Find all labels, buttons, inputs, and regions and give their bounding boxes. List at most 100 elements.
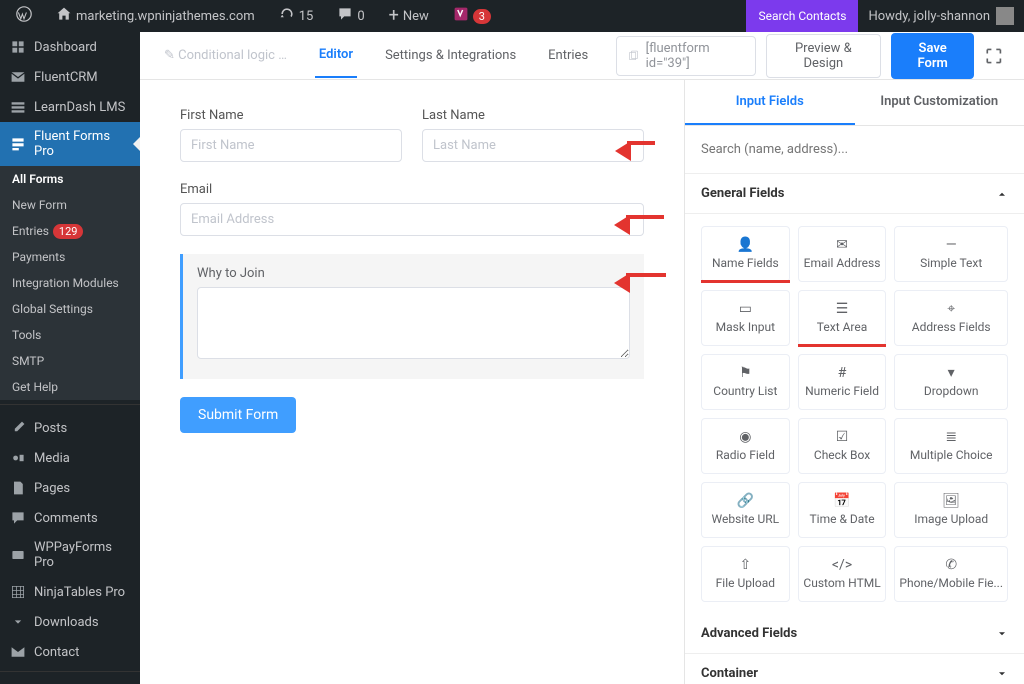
- section-general-fields[interactable]: General Fields: [685, 174, 1024, 214]
- preview-button[interactable]: Preview & Design: [766, 34, 881, 78]
- panel-tab-input-fields[interactable]: Input Fields: [685, 80, 855, 125]
- updates[interactable]: 15: [271, 0, 322, 32]
- field-mask[interactable]: ▭Mask Input: [701, 290, 790, 346]
- check-icon: ☑: [836, 430, 849, 444]
- first-name-label: First Name: [180, 108, 402, 123]
- site-name[interactable]: marketing.wpninjathemes.com: [48, 0, 263, 32]
- menu-ninjatables[interactable]: NinjaTables Pro: [0, 577, 140, 607]
- section-advanced-fields[interactable]: Advanced Fields: [685, 614, 1024, 654]
- submenu-entries[interactable]: Entries129: [0, 218, 140, 244]
- tab-conditional-logic[interactable]: ✎ Conditional logic …: [160, 34, 291, 77]
- envelope-icon: ✉: [836, 238, 848, 252]
- field-url[interactable]: 🔗Website URL: [701, 482, 790, 538]
- field-text[interactable]: —Simple Text: [894, 226, 1008, 282]
- calendar-icon: 📅: [833, 494, 850, 508]
- menu-fluentforms[interactable]: Fluent Forms Pro: [0, 122, 140, 166]
- field-search-input[interactable]: [699, 138, 1010, 161]
- field-date[interactable]: 📅Time & Date: [798, 482, 887, 538]
- field-numeric[interactable]: #Numeric Field: [798, 354, 887, 410]
- why-label: Why to Join: [197, 266, 630, 281]
- menu-dashboard[interactable]: Dashboard: [0, 32, 140, 62]
- fullscreen-icon[interactable]: [984, 45, 1004, 67]
- link-icon: 🔗: [737, 494, 754, 508]
- tab-settings[interactable]: Settings & Integrations: [381, 34, 520, 77]
- menu-pages[interactable]: Pages: [0, 473, 140, 503]
- form-editor-topbar: ✎ Conditional logic … Editor Settings & …: [140, 32, 1024, 80]
- field-file[interactable]: ⇧File Upload: [701, 546, 790, 602]
- submenu-integration[interactable]: Integration Modules: [0, 270, 140, 296]
- code-icon: </>: [832, 558, 852, 572]
- save-form-button[interactable]: Save Form: [891, 33, 974, 79]
- field-image[interactable]: 🖼Image Upload: [894, 482, 1008, 538]
- field-email[interactable]: ✉Email Address: [798, 226, 887, 282]
- field-search-wrap: [685, 126, 1024, 174]
- field-address[interactable]: ⌖Address Fields: [894, 290, 1008, 346]
- submit-button[interactable]: Submit Form: [180, 397, 296, 433]
- field-textarea[interactable]: ☰Text Area: [798, 290, 887, 346]
- shortcode-display[interactable]: [fluentform id="39"]: [616, 36, 756, 76]
- field-name[interactable]: 👤Name Fields: [701, 226, 790, 282]
- text-icon: —: [946, 238, 957, 252]
- menu-media[interactable]: Media: [0, 443, 140, 473]
- last-name-input[interactable]: [422, 129, 644, 162]
- menu-contact[interactable]: Contact: [0, 637, 140, 667]
- first-name-input[interactable]: [180, 129, 402, 162]
- menu-fluentcrm[interactable]: FluentCRM: [0, 62, 140, 92]
- tab-entries[interactable]: Entries: [544, 34, 592, 77]
- wp-logo[interactable]: [8, 0, 40, 32]
- dropdown-icon: ▾: [948, 366, 955, 380]
- fluentforms-submenu: All Forms New Form Entries129 Payments I…: [0, 166, 140, 400]
- comments-count[interactable]: 0: [329, 0, 372, 32]
- account-menu[interactable]: Howdy, jolly-shannon: [858, 7, 1024, 25]
- phone-icon: ✆: [945, 558, 957, 572]
- tab-editor[interactable]: Editor: [315, 33, 357, 78]
- email-label: Email: [180, 182, 644, 197]
- field-dropdown[interactable]: ▾Dropdown: [894, 354, 1008, 410]
- submenu-global[interactable]: Global Settings: [0, 296, 140, 322]
- flag-icon: ⚑: [739, 366, 752, 380]
- radio-icon: ◉: [739, 430, 751, 444]
- admin-sidebar: Dashboard FluentCRM LearnDash LMS Fluent…: [0, 32, 140, 684]
- submenu-all-forms[interactable]: All Forms: [0, 166, 140, 192]
- main-content: ✎ Conditional logic … Editor Settings & …: [140, 32, 1024, 684]
- list-icon: ≣: [945, 430, 957, 444]
- user-icon: 👤: [737, 238, 754, 252]
- image-icon: 🖼: [942, 494, 960, 508]
- why-textarea[interactable]: [197, 287, 630, 359]
- general-fields-grid: 👤Name Fields ✉Email Address —Simple Text…: [685, 214, 1024, 614]
- submenu-help[interactable]: Get Help: [0, 374, 140, 400]
- menu-wppayforms[interactable]: WPPayForms Pro: [0, 533, 140, 577]
- submenu-new-form[interactable]: New Form: [0, 192, 140, 218]
- mask-icon: ▭: [739, 302, 752, 316]
- field-phone[interactable]: ✆Phone/Mobile Fie...: [894, 546, 1008, 602]
- hash-icon: #: [838, 366, 847, 380]
- pin-icon: ⌖: [947, 302, 955, 316]
- field-country[interactable]: ⚑Country List: [701, 354, 790, 410]
- field-radio[interactable]: ◉Radio Field: [701, 418, 790, 474]
- field-html[interactable]: </>Custom HTML: [798, 546, 887, 602]
- avatar: [996, 7, 1014, 25]
- textarea-icon: ☰: [836, 302, 849, 316]
- field-multiple[interactable]: ≣Multiple Choice: [894, 418, 1008, 474]
- menu-woocommerce[interactable]: wooWooCommerce: [0, 680, 140, 684]
- last-name-label: Last Name: [422, 108, 644, 123]
- section-container[interactable]: Container: [685, 654, 1024, 684]
- submenu-tools[interactable]: Tools: [0, 322, 140, 348]
- menu-learndash[interactable]: LearnDash LMS: [0, 92, 140, 122]
- submenu-smtp[interactable]: SMTP: [0, 348, 140, 374]
- yoast[interactable]: 3: [445, 0, 499, 32]
- selected-field-textarea[interactable]: Why to Join: [180, 254, 644, 379]
- field-checkbox[interactable]: ☑Check Box: [798, 418, 887, 474]
- menu-posts[interactable]: Posts: [0, 413, 140, 443]
- submenu-payments[interactable]: Payments: [0, 244, 140, 270]
- email-input[interactable]: [180, 203, 644, 236]
- form-canvas: First Name Last Name Email Why to Join S…: [140, 80, 684, 684]
- menu-downloads[interactable]: Downloads: [0, 607, 140, 637]
- new-content[interactable]: +New: [381, 0, 437, 32]
- fields-panel: Input Fields Input Customization General…: [684, 80, 1024, 684]
- panel-tab-customization[interactable]: Input Customization: [855, 80, 1024, 125]
- menu-comments[interactable]: Comments: [0, 503, 140, 533]
- wp-admin-bar: marketing.wpninjathemes.com 15 0 +New 3 …: [0, 0, 1024, 32]
- upload-icon: ⇧: [739, 558, 751, 572]
- search-contacts-button[interactable]: Search Contacts: [746, 0, 858, 32]
